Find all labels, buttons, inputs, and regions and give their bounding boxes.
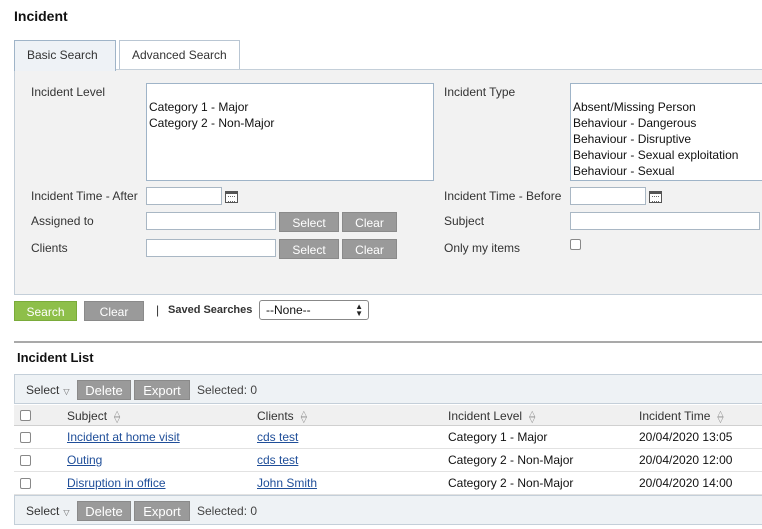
export-button[interactable]: Export [134, 501, 190, 521]
selected-count: Selected: 0 [197, 383, 258, 397]
delete-button[interactable]: Delete [77, 380, 131, 400]
subject-link[interactable]: Outing [67, 453, 102, 467]
tab-basic-search[interactable]: Basic Search [14, 40, 116, 71]
bulk-select-label: Select [26, 383, 60, 397]
incident-type-listbox[interactable]: Absent/Missing Person Behaviour - Danger… [570, 83, 762, 181]
assigned-to-clear-button[interactable]: Clear [342, 212, 397, 232]
chevron-down-icon: ▽ [63, 508, 70, 517]
incident-level-cell: Category 1 - Major [448, 430, 548, 444]
client-link[interactable]: cds test [257, 430, 298, 444]
subject-link[interactable]: Disruption in office [67, 476, 166, 490]
client-link[interactable]: cds test [257, 453, 298, 467]
incident-level-label: Incident Level [31, 85, 106, 99]
incident-type-option[interactable]: Behaviour - Sexual exploitation [573, 147, 760, 163]
selected-count: Selected: 0 [197, 504, 258, 518]
page-title: Incident [14, 8, 68, 24]
assigned-to-select-button[interactable]: Select [279, 212, 339, 232]
incident-level-option[interactable]: Category 1 - Major [149, 99, 431, 115]
tab-advanced-search[interactable]: Advanced Search [119, 40, 240, 70]
bulk-select-label: Select [26, 504, 60, 518]
column-header-subject[interactable]: Subject △ ▽ [67, 409, 120, 423]
subject-link[interactable]: Incident at home visit [67, 430, 180, 444]
bulk-select-dropdown[interactable]: Select ▽ [26, 383, 70, 397]
incident-type-option[interactable]: Behaviour - Dangerous [573, 115, 760, 131]
time-after-input[interactable] [146, 187, 222, 205]
column-header-incident-level[interactable]: Incident Level △ ▽ [448, 409, 535, 423]
sort-icon: △ ▽ [717, 408, 724, 424]
calendar-icon[interactable] [649, 191, 662, 203]
saved-searches-value: --None-- [266, 303, 311, 317]
subject-label: Subject [444, 214, 485, 228]
bulk-select-dropdown[interactable]: Select ▽ [26, 504, 70, 518]
time-before-input[interactable] [570, 187, 646, 205]
row-checkbox[interactable] [20, 455, 31, 466]
sort-icon: △ ▽ [529, 408, 536, 424]
sort-icon: △ ▽ [114, 408, 121, 424]
search-button[interactable]: Search [14, 301, 77, 321]
dropdown-arrows-icon: ▲ ▼ [355, 302, 363, 318]
clients-select-button[interactable]: Select [279, 239, 339, 259]
subject-input[interactable] [570, 212, 760, 230]
export-button[interactable]: Export [134, 380, 190, 400]
incident-type-option[interactable]: Absent/Missing Person [573, 99, 760, 115]
section-divider [14, 341, 762, 343]
assigned-to-input[interactable] [146, 212, 276, 230]
incident-type-option[interactable]: Behaviour - Sexual [573, 163, 760, 179]
row-checkbox[interactable] [20, 478, 31, 489]
incident-level-listbox[interactable]: Category 1 - Major Category 2 - Non-Majo… [146, 83, 434, 181]
incident-type-label: Incident Type [444, 85, 516, 99]
clients-clear-button[interactable]: Clear [342, 239, 397, 259]
clear-search-button[interactable]: Clear [84, 301, 144, 321]
sort-icon: △ ▽ [300, 408, 307, 424]
delete-button[interactable]: Delete [77, 501, 131, 521]
incident-time-cell: 20/04/2020 14:00 [639, 476, 733, 490]
column-header-incident-time[interactable]: Incident Time △ ▽ [639, 409, 724, 423]
incident-level-option[interactable]: Category 2 - Non-Major [149, 115, 431, 131]
incident-level-cell: Category 2 - Non-Major [448, 453, 574, 467]
incident-list-title: Incident List [17, 350, 94, 365]
incident-level-cell: Category 2 - Non-Major [448, 476, 574, 490]
client-link[interactable]: John Smith [257, 476, 317, 490]
select-all-checkbox[interactable] [20, 410, 31, 421]
time-before-label: Incident Time - Before [444, 189, 562, 203]
action-separator: | [156, 303, 160, 317]
clients-label: Clients [31, 241, 68, 255]
time-after-label: Incident Time - After [31, 189, 138, 203]
only-my-items-checkbox[interactable] [570, 239, 581, 250]
clients-input[interactable] [146, 239, 276, 257]
incident-time-cell: 20/04/2020 12:00 [639, 453, 733, 467]
saved-searches-label: Saved Searches [168, 304, 253, 316]
calendar-icon[interactable] [225, 191, 238, 203]
saved-searches-dropdown[interactable]: --None-- ▲ ▼ [259, 300, 369, 320]
incident-time-cell: 20/04/2020 13:05 [639, 430, 733, 444]
assigned-to-label: Assigned to [31, 214, 94, 228]
column-header-clients[interactable]: Clients △ ▽ [257, 409, 307, 423]
row-checkbox[interactable] [20, 432, 31, 443]
chevron-down-icon: ▽ [63, 387, 70, 396]
incident-type-option[interactable]: Behaviour - Disruptive [573, 131, 760, 147]
only-my-items-label: Only my items [444, 241, 521, 255]
